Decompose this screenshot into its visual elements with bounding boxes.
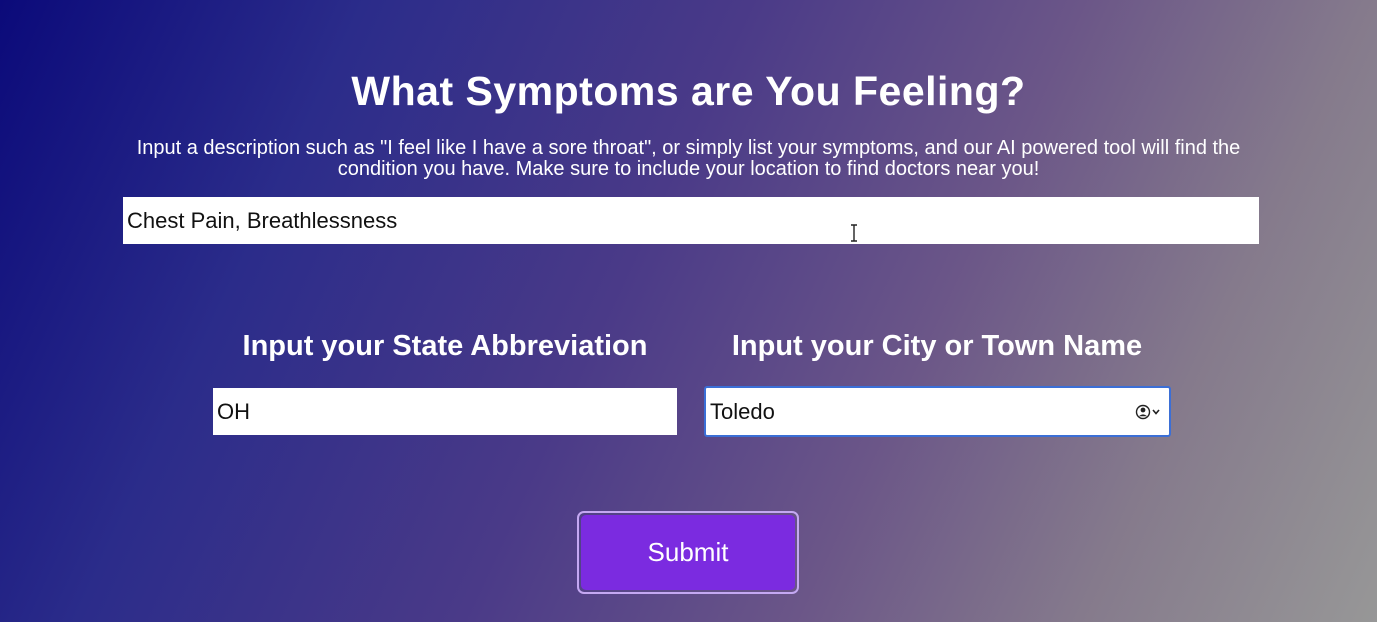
- city-field[interactable]: [704, 386, 1171, 437]
- page-title: What Symptoms are You Feeling?: [351, 68, 1026, 114]
- city-label: Input your City or Town Name: [731, 330, 1143, 362]
- submit-button[interactable]: Submit: [581, 515, 795, 590]
- state-label: Input your State Abbreviation: [242, 330, 648, 362]
- symptoms-input[interactable]: [123, 197, 1259, 244]
- page-description: Input a description such as "I feel like…: [136, 137, 1241, 180]
- symptom-checker-page: What Symptoms are You Feeling? Input a d…: [0, 0, 1377, 622]
- contact-autofill-icon[interactable]: [1135, 404, 1163, 420]
- submit-button-focus-ring: Submit: [577, 511, 799, 594]
- city-input[interactable]: [706, 388, 1126, 435]
- text-cursor-icon: [851, 224, 857, 242]
- state-input[interactable]: [213, 388, 677, 435]
